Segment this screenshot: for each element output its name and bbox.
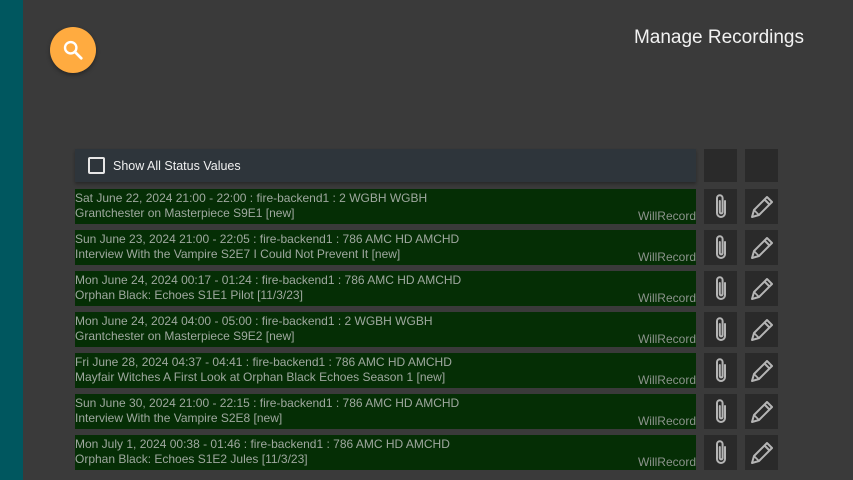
edit-button[interactable] <box>745 189 778 224</box>
attach-button[interactable] <box>704 271 737 306</box>
recording-status: WillRecord <box>637 373 696 387</box>
attach-button[interactable] <box>704 189 737 224</box>
recording-status: WillRecord <box>637 291 696 305</box>
recording-item[interactable]: Mon June 24, 2024 00:17 - 01:24 : fire-b… <box>75 271 696 306</box>
paperclip-icon <box>715 275 726 300</box>
attach-button[interactable] <box>704 312 737 347</box>
recording-schedule: Sun June 30, 2024 21:00 - 22:15 : fire-b… <box>75 396 460 410</box>
edit-button[interactable] <box>745 271 778 306</box>
attach-button[interactable] <box>704 230 737 265</box>
recording-title: Orphan Black: Echoes S1E2 Jules [11/3/23… <box>75 452 308 466</box>
recording-status: WillRecord <box>637 332 696 346</box>
paperclip-icon <box>715 439 726 464</box>
pencil-icon <box>750 277 773 300</box>
page-title: Manage Recordings <box>633 27 804 48</box>
recording-schedule: Sun June 23, 2024 21:00 - 22:05 : fire-b… <box>75 232 460 246</box>
recording-title: Mayfair Witches A First Look at Orphan B… <box>75 370 446 384</box>
search-icon <box>63 40 83 60</box>
show-all-status-toggle[interactable]: Show All Status Values <box>75 149 696 182</box>
pencil-icon <box>750 400 773 423</box>
recording-schedule: Mon June 24, 2024 00:17 - 01:24 : fire-b… <box>75 273 462 287</box>
recording-row: Fri June 28, 2024 04:37 - 04:41 : fire-b… <box>75 353 778 388</box>
recording-row: Mon June 24, 2024 04:00 - 05:00 : fire-b… <box>75 312 778 347</box>
attach-button[interactable] <box>704 353 737 388</box>
pencil-icon <box>750 236 773 259</box>
recording-status: WillRecord <box>637 209 696 223</box>
recordings-list: Sat June 22, 2024 21:00 - 22:00 : fire-b… <box>75 189 778 480</box>
recording-title: Interview With the Vampire S2E7 I Could … <box>75 247 401 261</box>
recording-row: Sat June 22, 2024 21:00 - 22:00 : fire-b… <box>75 189 778 224</box>
recording-row: Mon June 24, 2024 00:17 - 01:24 : fire-b… <box>75 271 778 306</box>
recording-item[interactable]: Mon July 1, 2024 00:38 - 01:46 : fire-ba… <box>75 435 696 470</box>
edit-button[interactable] <box>745 435 778 470</box>
recording-item[interactable]: Fri June 28, 2024 04:37 - 04:41 : fire-b… <box>75 353 696 388</box>
header-action-button-2[interactable] <box>745 149 778 182</box>
recording-title: Interview With the Vampire S2E8 [new] <box>75 411 283 425</box>
paperclip-icon <box>715 357 726 382</box>
recording-schedule: Mon July 1, 2024 00:38 - 01:46 : fire-ba… <box>75 437 450 451</box>
pencil-icon <box>750 318 773 341</box>
show-all-label: Show All Status Values <box>113 158 241 173</box>
recording-row: Sun June 23, 2024 21:00 - 22:05 : fire-b… <box>75 230 778 265</box>
recording-status: WillRecord <box>637 414 696 428</box>
paperclip-icon <box>715 234 726 259</box>
show-all-checkbox[interactable] <box>88 157 105 174</box>
pencil-icon <box>750 359 773 382</box>
recording-schedule: Mon June 24, 2024 04:00 - 05:00 : fire-b… <box>75 314 433 328</box>
recording-status: WillRecord <box>637 455 696 469</box>
edit-button[interactable] <box>745 353 778 388</box>
pencil-icon <box>750 441 773 464</box>
edit-button[interactable] <box>745 394 778 429</box>
recording-title: Orphan Black: Echoes S1E1 Pilot [11/3/23… <box>75 288 303 302</box>
edit-button[interactable] <box>745 230 778 265</box>
recording-item[interactable]: Mon June 24, 2024 04:00 - 05:00 : fire-b… <box>75 312 696 347</box>
recording-schedule: Fri June 28, 2024 04:37 - 04:41 : fire-b… <box>75 355 452 369</box>
recording-item[interactable]: Sun June 30, 2024 21:00 - 22:15 : fire-b… <box>75 394 696 429</box>
pencil-icon <box>750 195 773 218</box>
edit-button[interactable] <box>745 312 778 347</box>
search-button[interactable] <box>50 27 96 73</box>
paperclip-icon <box>715 316 726 341</box>
recording-item[interactable]: Sun June 23, 2024 21:00 - 22:05 : fire-b… <box>75 230 696 265</box>
recording-row: Sun June 30, 2024 21:00 - 22:15 : fire-b… <box>75 394 778 429</box>
paperclip-icon <box>715 398 726 423</box>
paperclip-icon <box>715 193 726 218</box>
attach-button[interactable] <box>704 394 737 429</box>
side-strip <box>0 0 23 480</box>
header-action-button-1[interactable] <box>704 149 737 182</box>
attach-button[interactable] <box>704 435 737 470</box>
recording-status: WillRecord <box>637 250 696 264</box>
recording-item[interactable]: Sat June 22, 2024 21:00 - 22:00 : fire-b… <box>75 189 696 224</box>
recording-schedule: Sat June 22, 2024 21:00 - 22:00 : fire-b… <box>75 191 428 205</box>
recording-row: Mon July 1, 2024 00:38 - 01:46 : fire-ba… <box>75 435 778 470</box>
recording-title: Grantchester on Masterpiece S9E2 [new] <box>75 329 295 343</box>
recording-title: Grantchester on Masterpiece S9E1 [new] <box>75 206 295 220</box>
